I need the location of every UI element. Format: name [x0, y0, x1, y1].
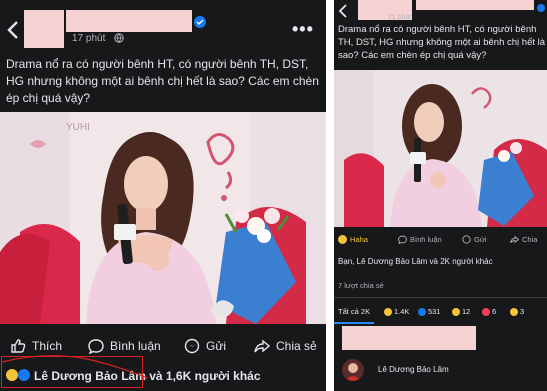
share-button[interactable]: Chia [510, 235, 537, 244]
left-screenshot: 17 phút ••• Drama nổ ra có người bênh HT… [0, 0, 326, 391]
post-time: 21 phút [388, 14, 412, 21]
tab-haha[interactable]: 1.4K [384, 307, 409, 316]
tab-all-label: Tất cả 2K [338, 307, 371, 316]
verified-badge-icon [194, 16, 206, 28]
active-tab-indicator [334, 322, 374, 324]
wow-icon [510, 307, 518, 316]
globe-icon [114, 33, 124, 43]
avatar[interactable] [342, 359, 364, 381]
tab-all[interactable]: Tất cả 2K [338, 307, 370, 316]
tab-like[interactable]: 531 [418, 307, 441, 316]
tab-wow-count: 3 [520, 307, 525, 316]
haha-button[interactable]: Haha [338, 235, 368, 244]
comment-label: Bình luận [110, 339, 161, 353]
post-photo[interactable] [334, 70, 547, 227]
post-text: Drama nổ ra có người bênh HT, có người b… [6, 57, 319, 105]
tab-sad-count: 12 [462, 307, 471, 316]
messenger-icon [462, 235, 471, 244]
highlight-scribble [1, 355, 149, 379]
haha-label: Haha [350, 235, 368, 244]
verified-badge-icon [537, 4, 545, 12]
like-icon [418, 307, 426, 316]
redacted-user [342, 326, 476, 350]
comment-icon [398, 235, 407, 244]
sad-icon [452, 307, 460, 316]
comment-button[interactable]: Bình luận [398, 235, 442, 244]
post-photo[interactable]: YUHI [0, 112, 326, 324]
post-text: Drama nổ ra có người bênh HT, có người b… [338, 24, 546, 61]
photo-brand-text: YUHI [66, 122, 90, 133]
send-label: Gửi [206, 339, 227, 353]
send-label: Gửi [474, 235, 487, 244]
reactor-row[interactable]: Lê Dương Bảo Lâm [334, 355, 547, 391]
tab-love-count: 6 [492, 307, 497, 316]
haha-icon [384, 307, 392, 316]
author-name-redacted-extension [416, 0, 534, 10]
reaction-tabs: Tất cả 2K 1.4K 531 12 6 3 [334, 303, 547, 323]
tab-haha-count: 1.4K [394, 307, 410, 316]
share-label: Chia [522, 235, 538, 244]
post-time: 17 phút [72, 33, 106, 44]
back-arrow-icon[interactable] [6, 20, 20, 40]
right-screenshot: 21 phút Drama nổ ra có người bênh HT, có… [334, 0, 547, 391]
tab-love[interactable]: 6 [482, 307, 496, 316]
heart-icon [482, 307, 490, 316]
tab-wow[interactable]: 3 [510, 307, 524, 316]
share-label: Chia sẻ [276, 339, 317, 353]
comment-label: Bình luận [410, 235, 442, 244]
share-count[interactable]: 7 lượt chia sẻ [338, 281, 384, 290]
photo-illustration [334, 70, 547, 227]
reactions-text: Bạn, Lê Dương Bảo Lâm và 2K người khác [338, 257, 493, 266]
haha-icon [338, 235, 347, 244]
divider [334, 297, 547, 298]
author-name-redacted[interactable] [66, 10, 192, 32]
more-options-icon[interactable]: ••• [292, 20, 314, 38]
post-actions-bar: Haha Bình luận Gửi Chia [334, 232, 547, 250]
share-icon [510, 235, 519, 244]
tab-like-count: 531 [428, 307, 441, 316]
photo-illustration: YUHI [0, 112, 326, 324]
send-button[interactable]: Gửi [462, 235, 487, 244]
avatar-illustration [345, 363, 361, 381]
avatar-redacted[interactable] [24, 10, 64, 48]
back-arrow-icon[interactable] [338, 4, 348, 18]
like-label: Thích [32, 339, 63, 353]
reactor-name[interactable]: Lê Dương Bảo Lâm [378, 365, 449, 374]
tab-sad[interactable]: 12 [452, 307, 470, 316]
reactions-summary[interactable]: Bạn, Lê Dương Bảo Lâm và 2K người khác [338, 257, 493, 266]
